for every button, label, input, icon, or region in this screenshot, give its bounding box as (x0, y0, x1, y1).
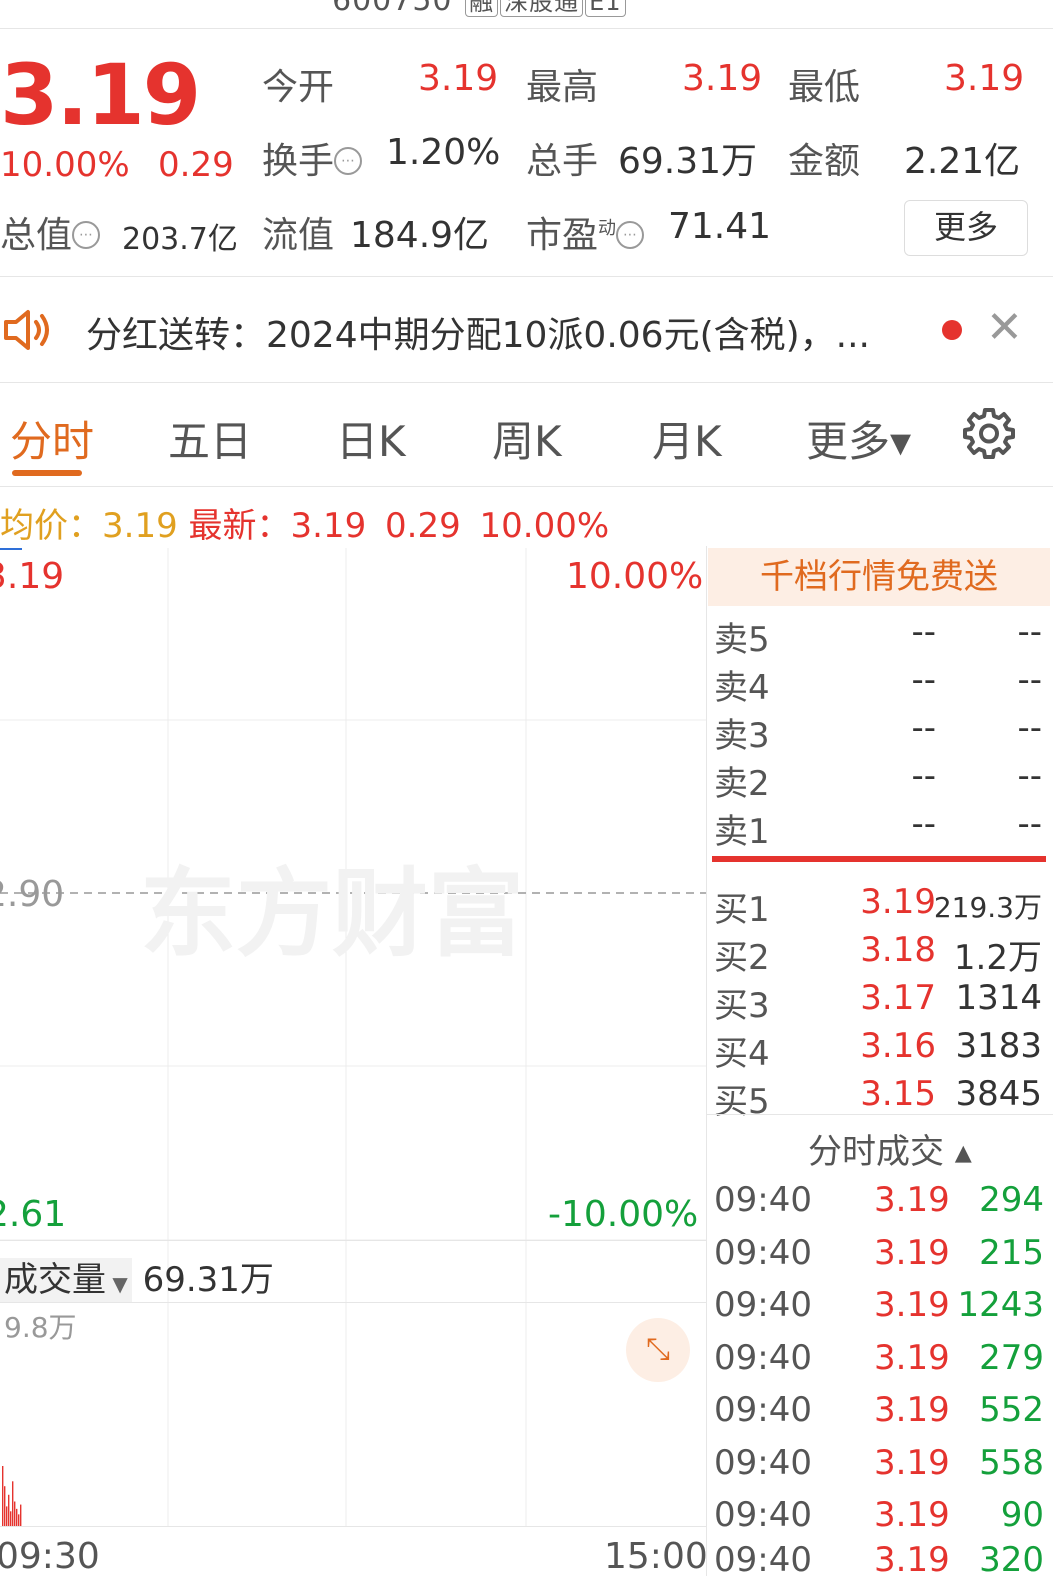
latest-label: 最新： (188, 506, 291, 546)
stock-code: 600750 (332, 0, 453, 18)
active-tab-indicator (12, 470, 82, 476)
volume-total: 69.31万 (142, 1260, 274, 1300)
pe-value: 71.41 (668, 206, 772, 247)
tab-intraday[interactable]: 分时 (10, 408, 94, 469)
volume-value: 69.31万 (618, 141, 758, 182)
expand-icon[interactable]: ⤡ (626, 1318, 690, 1382)
tab-weekly-k[interactable]: 周K (492, 408, 562, 469)
volume-bar (10, 1511, 12, 1526)
low-value: 3.19 (944, 58, 1025, 99)
tab-monthly-k[interactable]: 月K (652, 408, 722, 469)
open-value: 3.19 (418, 58, 499, 99)
volume-bar (8, 1494, 10, 1526)
mktcap-label[interactable]: 总值 ⋯ (0, 206, 101, 258)
intraday-chart[interactable] (0, 548, 706, 1573)
volume-bar (12, 1481, 14, 1526)
open-label: 今开 (262, 67, 335, 108)
high-value: 3.19 (682, 58, 763, 99)
info-icon[interactable]: ⋯ (616, 221, 645, 249)
tab-five-day[interactable]: 五日 (168, 408, 252, 469)
turnover-value: 1.20% (386, 132, 501, 173)
latest-pct: 10.00% (479, 506, 610, 546)
volume-bar (14, 1501, 16, 1526)
low-label: 最低 (788, 67, 861, 108)
volume-bar (4, 1486, 6, 1526)
avg-label: 均价： (0, 506, 102, 546)
margin-tag: 融 (465, 0, 499, 17)
price-max-label: 3.19 (0, 556, 65, 597)
high-label: 最高 (526, 67, 599, 108)
pct-min-label: -10.00% (548, 1194, 699, 1235)
volume-label: 总手 (526, 141, 599, 182)
more-button[interactable]: 更多 (904, 200, 1028, 256)
volume-bar (20, 1504, 22, 1526)
volume-bar (18, 1514, 20, 1526)
info-icon[interactable]: ⋯ (72, 221, 101, 249)
orderbook-divider (712, 856, 1046, 862)
volume-bar (16, 1508, 18, 1526)
unread-dot (942, 320, 962, 340)
amount-value: 2.21亿 (904, 141, 1021, 182)
pct-max-label: 10.00% (566, 556, 704, 597)
ticks-header[interactable]: 分时成交 ▴ (808, 1124, 972, 1173)
avg-value: 3.19 (102, 506, 178, 546)
time-start-label: 09:30 (0, 1536, 100, 1577)
float-label: 流值 (262, 215, 335, 256)
chart-info-line: 均价：3.19 最新：3.19 0.29 10.00% (0, 498, 609, 547)
price-mid-label: 2.90 (0, 874, 65, 915)
volume-bar (2, 1466, 4, 1526)
price-min-label: 2.61 (0, 1194, 67, 1235)
latest-value: 3.19 (290, 506, 367, 546)
volume-selector[interactable]: 成交量 ▼ 69.31万 (0, 1252, 274, 1302)
time-end-label: 15:00 (604, 1536, 708, 1577)
orderbook-promo-banner[interactable]: 千档行情免费送 (708, 548, 1050, 606)
close-icon[interactable]: ✕ (986, 302, 1023, 353)
pct-change: 10.00% (0, 145, 130, 185)
price-change: 0.29 (158, 145, 234, 185)
watermark: 东方财富 (140, 857, 524, 970)
volume-selector-label: 成交量 (4, 1260, 106, 1300)
latest-change: 0.29 (385, 506, 461, 546)
speaker-icon (2, 306, 56, 358)
amount-label: 金额 (788, 141, 861, 182)
stock-code-row: 600750 融深股通 E1 (332, 0, 626, 18)
dividend-notice[interactable]: 分红送转：2024中期分配10派0.06元(含税)，... (86, 306, 870, 358)
connect-tag: 深股通 (500, 0, 584, 17)
pe-label[interactable]: 市盈动 ⋯ (526, 206, 645, 258)
float-value: 184.9亿 (350, 215, 490, 256)
volume-max-label: 9.8万 (4, 1311, 77, 1344)
pe-dynamic-sup: 动 (598, 218, 617, 239)
mktcap-value: 203.7亿 (122, 222, 238, 257)
turnover-label[interactable]: 换手 ⋯ (262, 132, 363, 184)
tab-more[interactable]: 更多▾ (806, 408, 911, 469)
volume-bar (6, 1506, 8, 1526)
e1-tag: E1 (585, 0, 626, 17)
gear-icon[interactable] (962, 406, 1016, 464)
tab-daily-k[interactable]: 日K (336, 408, 406, 469)
info-icon[interactable]: ⋯ (334, 147, 363, 175)
current-price: 3.19 (0, 46, 201, 144)
